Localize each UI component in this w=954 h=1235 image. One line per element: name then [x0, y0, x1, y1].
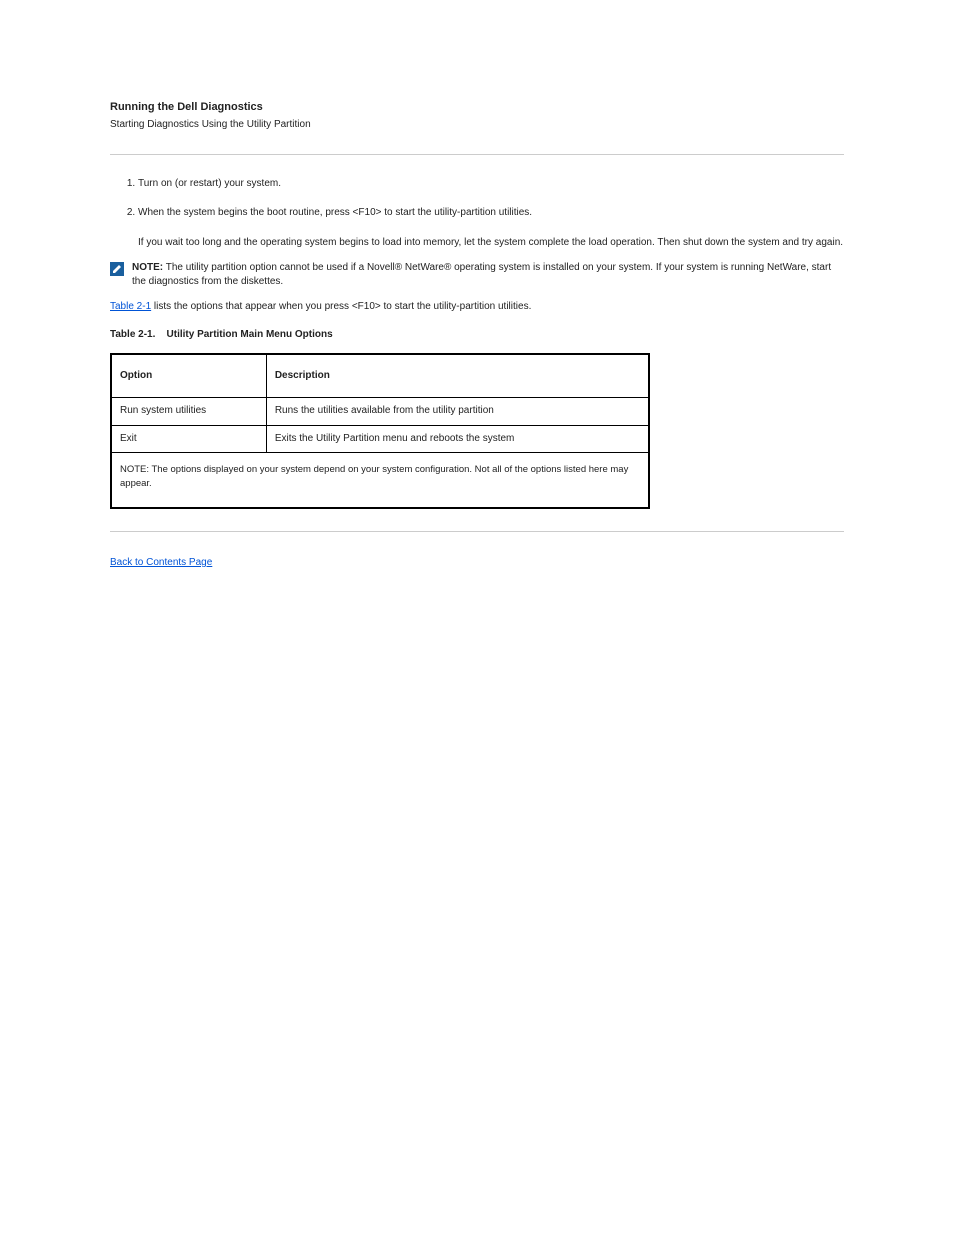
step-2-note: If you wait too long and the operating s…: [138, 236, 844, 251]
back-link-wrap: Back to Contents Page: [110, 556, 844, 571]
table-number: Table 2-1.: [110, 329, 155, 340]
table-row: Run system utilities Runs the utilities …: [111, 398, 649, 426]
table-lead: Table 2-1 lists the options that appear …: [110, 300, 844, 315]
table-title: Utility Partition Main Menu Options: [167, 329, 333, 340]
step-2: When the system begins the boot routine,…: [138, 206, 844, 221]
section-subtitle: Starting Diagnostics Using the Utility P…: [110, 118, 844, 133]
note-label: NOTE:: [132, 262, 163, 273]
cell-desc: Exits the Utility Partition menu and reb…: [266, 425, 649, 453]
table-header-row: Option Description: [111, 354, 649, 398]
divider: [110, 531, 844, 532]
step-text: Turn on (or restart) your system.: [138, 178, 281, 189]
section-title: Running the Dell Diagnostics: [110, 100, 844, 116]
document-page: Running the Dell Diagnostics Starting Di…: [0, 0, 954, 630]
table-lead-text: lists the options that appear when you p…: [151, 301, 531, 312]
cell-desc: Runs the utilities available from the ut…: [266, 398, 649, 426]
options-table: Option Description Run system utilities …: [110, 353, 650, 509]
note-block: NOTE: The utility partition option canno…: [110, 261, 844, 290]
step-text: When the system begins the boot routine,…: [138, 207, 532, 218]
col-option: Option: [111, 354, 266, 398]
back-to-contents-link[interactable]: Back to Contents Page: [110, 557, 212, 568]
steps-list: Turn on (or restart) your system. When t…: [110, 177, 844, 220]
table-caption: Table 2-1. Utility Partition Main Menu O…: [110, 328, 844, 343]
pencil-note-icon: [110, 262, 126, 276]
divider: [110, 154, 844, 155]
table-footer-note: NOTE: The options displayed on your syst…: [111, 453, 649, 508]
table-reference-link[interactable]: Table 2-1: [110, 301, 151, 312]
table-row: Exit Exits the Utility Partition menu an…: [111, 425, 649, 453]
step-1: Turn on (or restart) your system.: [138, 177, 844, 192]
note-body: The utility partition option cannot be u…: [132, 262, 831, 288]
col-description: Description: [266, 354, 649, 398]
cell-option: Run system utilities: [111, 398, 266, 426]
note-text: NOTE: The utility partition option canno…: [132, 261, 844, 290]
table-footer-row: NOTE: The options displayed on your syst…: [111, 453, 649, 508]
cell-option: Exit: [111, 425, 266, 453]
